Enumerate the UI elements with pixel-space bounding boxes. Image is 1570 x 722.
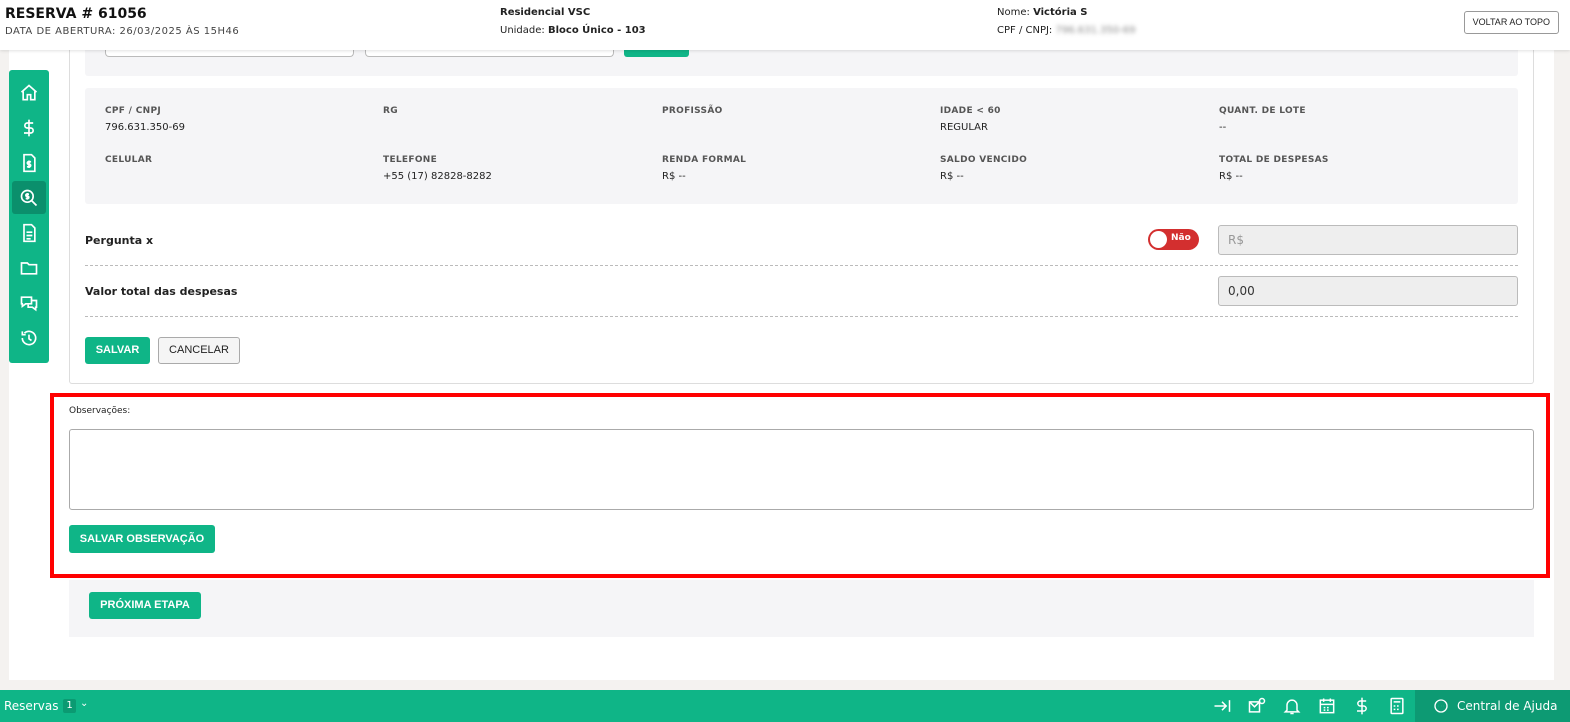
mail-settings-icon[interactable]: [1247, 696, 1267, 716]
next-step-button[interactable]: PRÓXIMA ETAPA: [89, 592, 201, 619]
calendar-icon[interactable]: [1317, 696, 1337, 716]
bell-icon[interactable]: [1282, 696, 1302, 716]
home-icon: [20, 83, 38, 100]
partial-input-1[interactable]: [105, 50, 354, 57]
client-name: Nome: Victória S: [997, 7, 1087, 18]
folder-icon: [20, 261, 38, 275]
unit-info: Unidade: Bloco Único - 103: [500, 25, 646, 36]
sidebar-item-folder[interactable]: [12, 251, 46, 284]
detail-income: RENDA FORMAL R$ --: [662, 155, 747, 182]
back-to-top-button[interactable]: VOLTAR AO TOPO: [1463, 11, 1559, 34]
total-expenses-label: Valor total das despesas: [85, 285, 238, 298]
detail-rg: RG: [383, 106, 398, 116]
save-observation-button[interactable]: SALVAR OBSERVAÇÃO: [69, 525, 215, 553]
dollar-icon[interactable]: [1352, 696, 1372, 716]
detail-age: IDADE < 60 REGULAR: [940, 106, 1001, 133]
next-step-panel: [69, 580, 1534, 637]
search-dollar-icon: [20, 189, 38, 206]
chat-icon: [20, 295, 38, 311]
detail-phone: TELEFONE +55 (17) 82828-8282: [383, 155, 492, 182]
history-icon: [21, 330, 37, 345]
question-label: Pergunta x: [85, 234, 154, 247]
help-center-button[interactable]: Central de Ajuda: [1415, 690, 1570, 722]
collapse-right-icon[interactable]: [1212, 696, 1232, 716]
reservations-tab[interactable]: Reservas: [4, 699, 58, 713]
toggle-knob: [1150, 231, 1167, 248]
sidebar-item-documents[interactable]: [12, 216, 46, 249]
divider: [85, 265, 1518, 266]
sidebar-item-home[interactable]: [12, 76, 46, 109]
document-dollar-icon: [23, 153, 36, 172]
detail-overdue-balance: SALDO VENCIDO R$ --: [940, 155, 1028, 182]
help-center-label: Central de Ajuda: [1457, 699, 1558, 713]
cpf-value-blurred: 796.631.350-69: [1055, 25, 1136, 36]
detail-profession: PROFISSÃO: [662, 106, 723, 116]
detail-mobile: CELULAR: [105, 155, 153, 165]
client-cpf: CPF / CNPJ: 796.631.350-69: [997, 25, 1135, 36]
header: RESERVA # 61056 DATA DE ABERTURA: 26/03/…: [0, 0, 1570, 50]
opening-date: DATA DE ABERTURA: 26/03/2025 ÀS 15H46: [5, 26, 240, 37]
project-name: Residencial VSC: [500, 7, 591, 18]
partial-button[interactable]: [624, 50, 689, 57]
reservations-count-badge: 1: [63, 699, 76, 713]
file-icon: [23, 223, 36, 242]
detail-lot-quantity: QUANT. DE LOTE --: [1219, 106, 1306, 133]
cpf-label: CPF / CNPJ:: [997, 25, 1053, 36]
calculator-icon[interactable]: [1387, 696, 1407, 716]
question-toggle[interactable]: Não: [1148, 229, 1199, 250]
sidebar: [9, 70, 49, 363]
question-amount-input[interactable]: R$: [1218, 225, 1518, 255]
chat-bubble-icon: [1434, 699, 1448, 713]
sidebar-item-financial[interactable]: [12, 111, 46, 144]
toggle-label: Não: [1171, 233, 1191, 243]
bottom-bar: Reservas 1 ⌄ Central de Ajuda: [0, 690, 1570, 722]
divider: [85, 316, 1518, 317]
chevron-down-icon[interactable]: ⌄: [80, 698, 88, 709]
save-button[interactable]: SALVAR: [85, 337, 150, 364]
sidebar-item-billing[interactable]: [12, 146, 46, 179]
partial-input-2[interactable]: [365, 50, 614, 57]
dollar-icon: [24, 119, 34, 136]
client-details-panel: CPF / CNPJ 796.631.350-69 RG PROFISSÃO I…: [85, 88, 1518, 204]
page-title: RESERVA # 61056: [5, 6, 147, 22]
sidebar-item-history[interactable]: [12, 321, 46, 354]
detail-total-expenses: TOTAL DE DESPESAS R$ --: [1219, 155, 1329, 182]
total-expenses-input[interactable]: 0,00: [1218, 276, 1518, 306]
detail-cpf: CPF / CNPJ 796.631.350-69: [105, 106, 185, 133]
unit-value: Bloco Único - 103: [547, 25, 646, 36]
name-label: Nome:: [997, 7, 1030, 18]
observations-textarea[interactable]: [69, 429, 1534, 510]
cancel-button[interactable]: CANCELAR: [158, 337, 240, 364]
sidebar-item-messages[interactable]: [12, 286, 46, 319]
sidebar-item-analysis[interactable]: [12, 181, 46, 214]
observations-label: Observações:: [69, 406, 131, 416]
name-value: Victória S: [1033, 7, 1088, 18]
unit-label: Unidade:: [500, 25, 545, 36]
